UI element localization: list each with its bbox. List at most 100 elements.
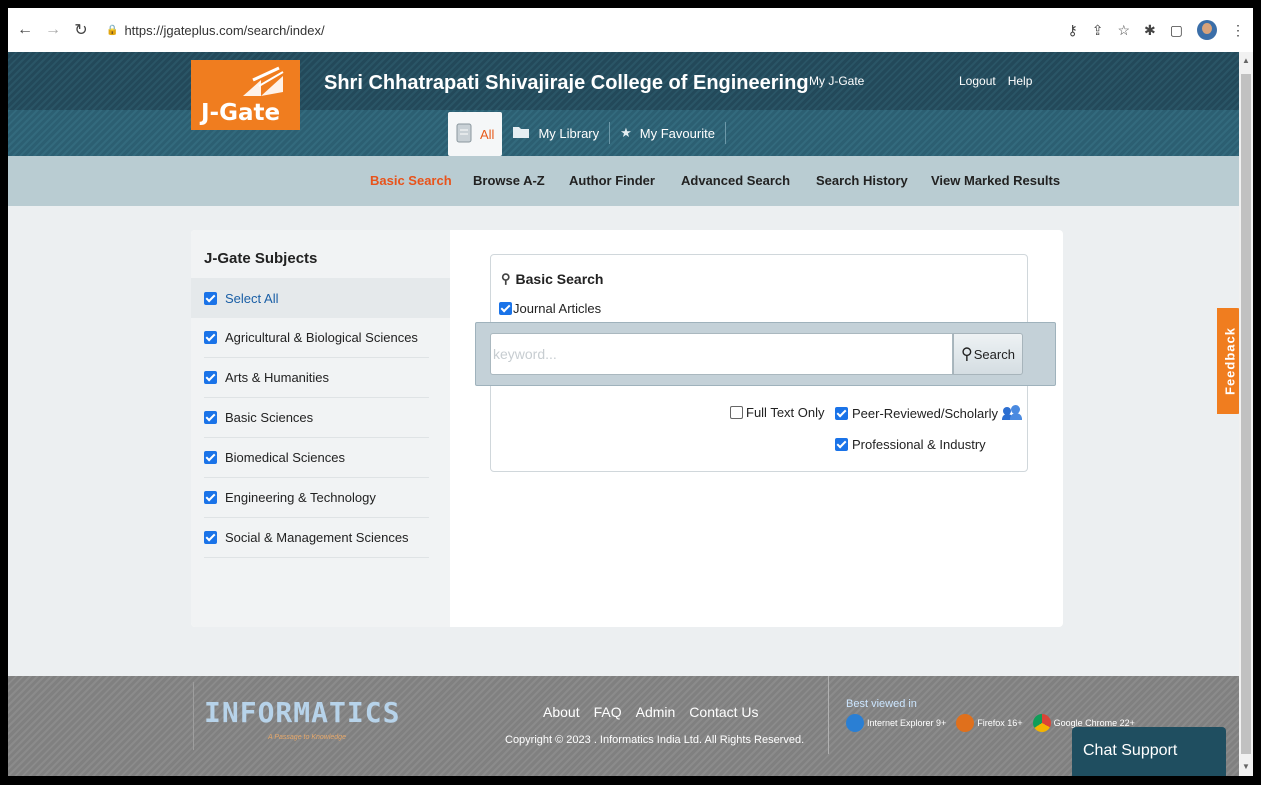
subnav-author-finder[interactable]: Author Finder [569,173,655,188]
peer-reviewed-option[interactable]: Peer-Reviewed/Scholarly [835,405,1022,421]
checkbox-checked[interactable] [204,371,217,384]
keyword-input[interactable]: keyword... [490,333,953,375]
tab-my-library[interactable]: My Library [502,112,609,154]
site-footer: INFORMATICS A Passage to Knowledge About… [8,676,1239,776]
checkbox-checked[interactable] [204,291,217,305]
subject-label: Engineering & Technology [225,490,376,505]
full-text-only-label: Full Text Only [746,405,825,420]
subnav-advanced-search[interactable]: Advanced Search [681,173,790,188]
professional-option[interactable]: Professional & Industry [835,437,986,452]
search-bar: keyword... ⚲ Search [475,322,1056,386]
tab-all-label: All [480,126,495,142]
key-icon[interactable]: ⚷ [1067,22,1077,39]
subjects-sidebar: J-Gate Subjects Select All Agricultural … [191,230,450,627]
jgate-logo[interactable]: J-Gate [191,60,300,130]
search-icon: ⚲ [501,271,511,286]
help-link[interactable]: Help [1008,74,1033,88]
subnav-basic-search[interactable]: Basic Search [370,173,452,188]
subject-select-all[interactable]: Select All [191,278,450,318]
subject-social-management[interactable]: Social & Management Sciences [204,518,429,558]
sidebar-title: J-Gate Subjects [204,250,318,267]
subject-label: Basic Sciences [225,410,314,425]
scroll-up-icon[interactable]: ▲ [1242,56,1250,65]
profile-avatar[interactable] [1197,20,1217,40]
informatics-logo-text: INFORMATICS [204,696,401,729]
search-icon: ⚲ [961,346,973,363]
professional-label: Professional & Industry [852,437,986,452]
contact-us-link[interactable]: Contact Us [689,704,758,720]
book-icon [243,66,284,96]
checkbox-checked[interactable] [835,438,848,451]
faq-link[interactable]: FAQ [594,704,622,720]
subject-biomedical[interactable]: Biomedical Sciences [204,438,429,478]
checkbox-checked[interactable] [204,451,217,464]
browser-window: ← → ↻ 🔒 https://jgateplus.com/search/ind… [8,8,1253,776]
firefox-badge: Firefox 16+ [956,714,1023,732]
journal-articles-option[interactable]: Journal Articles [499,301,601,316]
tab-all[interactable]: All [448,112,503,156]
ie-label: Internet Explorer 9+ [867,718,947,728]
tab-divider [724,122,726,144]
logo-text: J-Gate [201,100,281,126]
document-icon [456,123,472,146]
full-text-only-option[interactable]: Full Text Only [730,405,825,420]
star-icon[interactable]: ☆ [1117,22,1130,39]
informatics-tagline: A Passage to Knowledge [268,734,346,741]
informatics-logo[interactable]: INFORMATICS A Passage to Knowledge [193,682,399,750]
checkbox-checked[interactable] [204,411,217,424]
lock-icon: 🔒 [106,24,119,36]
reload-icon[interactable]: ↻ [70,20,92,40]
users-icon [1001,405,1022,421]
subject-arts[interactable]: Arts & Humanities [204,358,429,398]
tab-my-favourite[interactable]: ★ My Favourite [610,112,725,154]
sidepanel-icon[interactable]: ▢ [1170,22,1183,39]
menu-icon[interactable]: ⋮ [1231,22,1245,39]
header-links: Logout Help [959,74,1032,88]
checkbox-unchecked[interactable] [730,406,743,419]
basic-search-title-text: Basic Search [515,271,604,287]
subject-label: Biomedical Sciences [225,450,345,465]
subject-label: Social & Management Sciences [225,530,409,545]
basic-search-title: ⚲ Basic Search [501,271,603,287]
journal-articles-label: Journal Articles [513,301,602,316]
extensions-icon[interactable]: ✱ [1144,22,1156,39]
subject-label: Arts & Humanities [225,370,330,385]
subject-engineering[interactable]: Engineering & Technology [204,478,429,518]
tab-my-favourite-label: My Favourite [639,125,715,141]
back-icon[interactable]: ← [14,21,36,39]
my-jgate-link[interactable]: My J-Gate [809,74,864,88]
folder-icon [512,125,530,142]
about-link[interactable]: About [543,704,580,720]
chat-support-button[interactable]: Chat Support [1072,727,1226,776]
browser-toolbar: ← → ↻ 🔒 https://jgateplus.com/search/ind… [8,8,1253,52]
scroll-down-icon[interactable]: ▼ [1242,762,1250,771]
checkbox-checked[interactable] [204,531,217,544]
scroll-thumb[interactable] [1241,74,1251,754]
subnav-search-history[interactable]: Search History [816,173,908,188]
subnav-browse-az[interactable]: Browse A-Z [473,173,545,188]
site-header: J-Gate Shri Chhatrapati Shivajiraje Coll… [8,52,1239,156]
subject-label: Agricultural & Biological Sciences [225,330,418,345]
search-subnav: Basic Search Browse A-Z Author Finder Ad… [8,156,1239,206]
checkbox-checked[interactable] [204,491,217,504]
subject-label: Select All [225,290,279,306]
subnav-view-marked-results[interactable]: View Marked Results [931,173,1060,188]
firefox-label: Firefox 16+ [977,718,1023,728]
search-button[interactable]: ⚲ Search [953,333,1023,375]
page-scrollbar[interactable]: ▲ ▼ [1239,52,1253,776]
logout-link[interactable]: Logout [959,74,996,88]
peer-reviewed-label: Peer-Reviewed/Scholarly [852,405,998,421]
search-button-label: Search [973,346,1015,362]
address-bar[interactable]: 🔒 https://jgateplus.com/search/index/ [106,23,325,38]
forward-icon[interactable]: → [42,21,64,39]
chrome-icon [1032,714,1051,732]
ie-icon [846,714,864,732]
subject-basic-sciences[interactable]: Basic Sciences [204,398,429,438]
checkbox-checked[interactable] [835,406,848,420]
share-icon[interactable]: ⇪ [1092,22,1104,39]
checkbox-checked[interactable] [499,302,512,315]
checkbox-checked[interactable] [204,331,217,344]
admin-link[interactable]: Admin [636,704,676,720]
subject-agricultural[interactable]: Agricultural & Biological Sciences [204,318,429,358]
firefox-icon [956,714,975,732]
